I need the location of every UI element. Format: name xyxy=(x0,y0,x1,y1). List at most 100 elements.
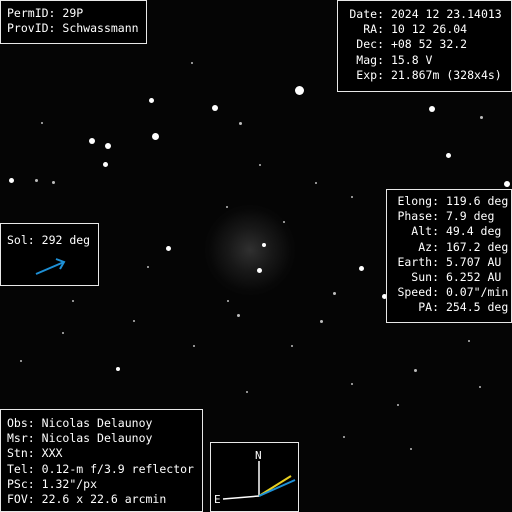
observer-row: Stn: XXX xyxy=(7,446,202,461)
star xyxy=(446,153,451,158)
faint-star xyxy=(62,332,64,334)
star xyxy=(105,143,111,149)
faint-star xyxy=(351,196,353,198)
star xyxy=(429,106,435,112)
north-label: N xyxy=(255,449,262,462)
msr-value: Nicolas Delaunoy xyxy=(41,431,153,446)
ephemeris-panel: Date: 2024 12 23.14013 RA: 10 12 26.04 D… xyxy=(337,0,512,92)
geometry-row: Alt: 49.4 deg xyxy=(390,224,511,239)
compass-panel: N E xyxy=(210,442,299,512)
tel-label: Tel: xyxy=(7,461,35,476)
az-value: 167.2 deg xyxy=(445,239,509,254)
pa-value: 254.5 deg xyxy=(445,300,509,315)
faint-star xyxy=(41,122,43,124)
faint-star xyxy=(333,292,336,295)
faint-star xyxy=(259,164,261,166)
star xyxy=(149,98,154,103)
geometry-row: Sun: 6.252 AU xyxy=(390,270,511,285)
star xyxy=(152,133,159,140)
comet-coma xyxy=(205,205,295,295)
faint-star xyxy=(479,386,481,388)
sol-label: Sol: xyxy=(7,233,35,247)
faint-star xyxy=(147,266,149,268)
comet-image: PermID: 29P ProvID: Schwassmann Date: 20… xyxy=(0,0,512,512)
exp-label: Exp: xyxy=(356,67,384,82)
pa-label: PA: xyxy=(418,300,439,315)
date-label: Date: xyxy=(349,7,384,21)
sun-label: Sun: xyxy=(411,270,439,285)
geometry-row: Az: 167.2 deg xyxy=(390,240,511,255)
star xyxy=(257,268,262,273)
sol-row: Sol: 292 deg xyxy=(7,233,98,248)
faint-star xyxy=(193,345,195,347)
geometry-row: PA: 254.5 deg xyxy=(390,300,511,315)
faint-star xyxy=(397,404,399,406)
faint-star xyxy=(283,221,285,223)
faint-star xyxy=(72,300,74,302)
compass-orientation-icon: N E xyxy=(214,449,296,506)
perm-id-row: PermID: 29P xyxy=(7,6,146,21)
faint-star xyxy=(191,62,193,64)
object-id-panel: PermID: 29P ProvID: Schwassmann xyxy=(0,0,147,44)
faint-star xyxy=(227,300,229,302)
faint-star xyxy=(35,179,38,182)
faint-star xyxy=(320,320,323,323)
phase-label: Phase: xyxy=(397,209,439,224)
date-value: 2024 12 23.14013 xyxy=(390,7,502,21)
obs-label: Obs: xyxy=(7,416,35,430)
prov-id-label: ProvID: xyxy=(7,21,56,36)
perm-id-label: PermID: xyxy=(7,6,56,20)
perm-id-value: 29P xyxy=(62,6,84,20)
alt-value: 49.4 deg xyxy=(445,224,502,239)
earth-label: Earth: xyxy=(397,254,439,269)
star xyxy=(116,367,120,371)
fov-value: 22.6 x 22.6 arcmin xyxy=(41,492,167,507)
az-label: Az: xyxy=(418,239,439,254)
faint-star xyxy=(468,340,470,342)
mag-value: 15.8 V xyxy=(390,52,433,67)
ra-label: RA: xyxy=(363,22,384,37)
sun-value: 6.252 AU xyxy=(445,270,502,285)
ephemeris-row: Date: 2024 12 23.14013 xyxy=(343,7,511,22)
geometry-row: Phase: 7.9 deg xyxy=(390,209,511,224)
faint-star xyxy=(414,369,417,372)
faint-star xyxy=(239,122,242,125)
elong-value: 119.6 deg xyxy=(445,194,509,208)
geometry-row: Earth: 5.707 AU xyxy=(390,255,511,270)
east-label: E xyxy=(214,493,221,506)
star xyxy=(212,105,218,111)
faint-star xyxy=(237,314,240,317)
faint-star xyxy=(410,448,412,450)
faint-star xyxy=(52,181,55,184)
psc-value: 1.32"/px xyxy=(41,476,98,491)
dec-value: +08 52 32.2 xyxy=(390,37,468,52)
faint-star xyxy=(343,436,345,438)
faint-star xyxy=(226,206,228,208)
geometry-row: Speed: 0.07"/min xyxy=(390,285,511,300)
exp-value: 21.867m (328x4s) xyxy=(390,67,502,82)
ephemeris-row: Mag: 15.8 V xyxy=(343,53,511,68)
ephemeris-row: Exp: 21.867m (328x4s) xyxy=(343,68,511,83)
elong-label: Elong: xyxy=(397,194,439,208)
star xyxy=(359,266,364,271)
speed-value: 0.07"/min xyxy=(445,285,509,300)
prov-id-row: ProvID: Schwassmann xyxy=(7,21,146,36)
geometry-panel: Elong: 119.6 deg Phase: 7.9 deg Alt: 49.… xyxy=(386,189,512,323)
earth-value: 5.707 AU xyxy=(445,254,502,269)
star xyxy=(504,181,510,187)
star xyxy=(103,162,108,167)
observer-row: PSc: 1.32"/px xyxy=(7,477,202,492)
faint-star xyxy=(480,116,483,119)
star xyxy=(295,86,304,95)
star xyxy=(9,178,14,183)
dec-label: Dec: xyxy=(356,37,384,52)
observer-panel: Obs: Nicolas Delaunoy Msr: Nicolas Delau… xyxy=(0,409,203,512)
mag-label: Mag: xyxy=(356,52,384,67)
faint-star xyxy=(351,383,353,385)
alt-label: Alt: xyxy=(411,224,439,239)
phase-value: 7.9 deg xyxy=(445,209,495,224)
faint-star xyxy=(133,320,135,322)
fov-label: FOV: xyxy=(7,492,35,507)
faint-star xyxy=(20,360,22,362)
ephemeris-row: Dec: +08 52 32.2 xyxy=(343,37,511,52)
